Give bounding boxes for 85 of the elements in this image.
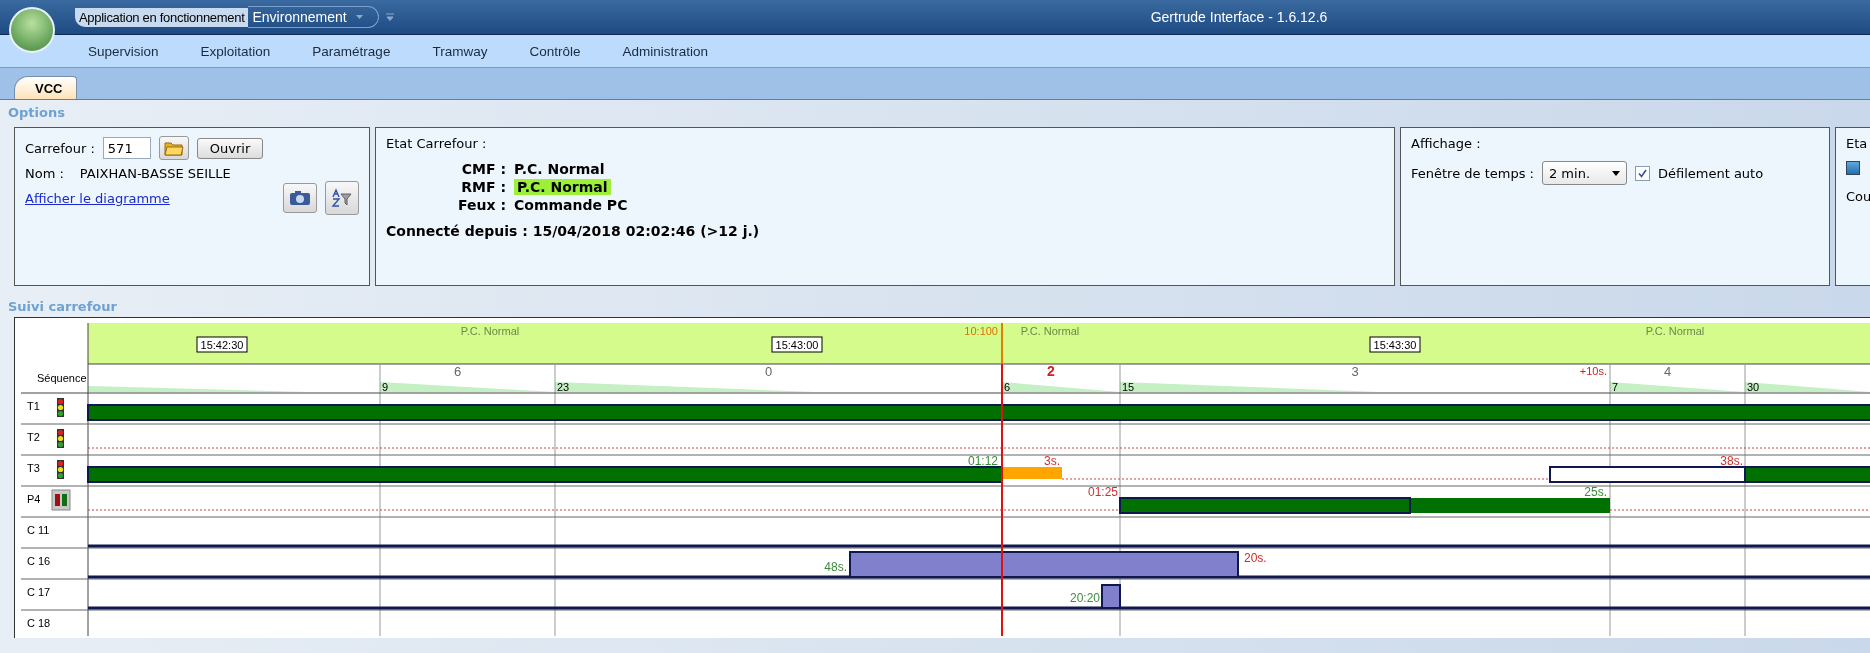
duration-label: 38s.: [1720, 454, 1743, 468]
app-orb-icon[interactable]: [8, 6, 56, 54]
panel-title: Affichage :: [1411, 136, 1482, 151]
field-label: Carrefour :: [25, 140, 95, 156]
panel-title: Eta: [1846, 136, 1869, 151]
phase-start: 30: [1747, 381, 1760, 393]
phase-start: 15: [1122, 381, 1135, 393]
phase-start: 23: [557, 381, 570, 393]
row-label: C 17: [27, 586, 51, 598]
folder-icon: [163, 139, 184, 157]
connection-status: Connecté depuis : 15/04/2018 02:02:46 (>12 j.): [386, 223, 761, 239]
menu-item[interactable]: Exploitation: [200, 43, 271, 59]
row-label: C 16: [27, 555, 51, 567]
carrefour-name: PAIXHAN-BASSE SEILLE: [79, 166, 231, 181]
phase-number: 2: [1047, 363, 1055, 379]
auto-scroll-checkbox[interactable]: [1634, 165, 1650, 181]
duration-label: 25s.: [1584, 485, 1607, 499]
quick-access-icon[interactable]: [384, 12, 395, 22]
duration-label: 3s.: [1044, 454, 1060, 468]
row-label: T3: [27, 462, 40, 474]
caret-icon: [354, 14, 364, 20]
row-label: T2: [27, 431, 40, 443]
field-label: Nom :: [25, 166, 64, 181]
row-label: P4: [27, 493, 41, 505]
menu-item[interactable]: Contrôle: [529, 43, 581, 59]
extension-label: +10s.: [1579, 365, 1607, 377]
checkbox-label: Défilement auto: [1657, 165, 1764, 181]
checkbox[interactable]: [1846, 161, 1860, 175]
traffic-light-icon: [57, 460, 64, 479]
mode-label: P.C. Normal: [1645, 325, 1705, 337]
state-label: RMF :: [460, 179, 506, 195]
row-label: C 18: [27, 617, 51, 629]
phase-number: 0: [764, 364, 773, 379]
mode-label: P.C. Normal: [460, 325, 520, 337]
phase-start: 7: [1612, 381, 1619, 393]
time-marker: 15:43:30: [1369, 336, 1421, 353]
panel-title: Etat Carrefour :: [386, 136, 488, 151]
window-title: Gertrude Interface - 1.6.12.6: [1150, 9, 1328, 25]
detector-occupancy-bar: [1101, 584, 1121, 609]
traffic-light-icon: [57, 398, 64, 417]
duration-label: 48s.: [824, 560, 847, 574]
state-value: P.C. Normal: [514, 179, 611, 195]
duration-label: 01:25: [1087, 485, 1118, 499]
open-folder-button[interactable]: [158, 136, 189, 160]
section-title: Suivi carrefour: [7, 298, 118, 316]
mode-label: P.C. Normal: [1020, 325, 1080, 337]
menu-item[interactable]: Tramway: [432, 43, 488, 59]
row-label: C 11: [27, 524, 50, 536]
time-window-dropdown[interactable]: 2 min.: [1541, 161, 1627, 185]
phase-start: 6: [1004, 381, 1011, 393]
phase-number: 6: [453, 364, 462, 379]
phase-number: 3: [1351, 364, 1359, 379]
dropdown-arrow-icon: [1611, 170, 1620, 176]
carrefour-field[interactable]: 571: [102, 137, 151, 159]
clearance-bar: [1002, 467, 1062, 479]
duration-label: 01:12: [967, 454, 998, 468]
tab[interactable]: VCC: [14, 76, 78, 99]
phase-start: 9: [382, 381, 389, 393]
menu-item[interactable]: Paramétrage: [312, 43, 391, 59]
cursor-label: 10:100: [964, 325, 998, 337]
state-label: Feux :: [457, 197, 506, 213]
state-value: P.C. Normal: [514, 161, 605, 177]
pedestrian-light-icon: [51, 489, 71, 511]
row-label: T1: [27, 400, 40, 412]
app-status: Application en fonctionnement: [75, 7, 249, 27]
section-title: Options: [7, 104, 66, 122]
sort-filter-button[interactable]: [325, 181, 359, 215]
sequence-label: Séquence: [37, 372, 87, 384]
traffic-light-icon: [57, 429, 64, 448]
camera-icon: [289, 190, 311, 206]
sort-filter-icon: [331, 188, 353, 208]
menu-item[interactable]: Administration: [622, 43, 708, 59]
open-button[interactable]: Ouvrir: [196, 137, 264, 159]
camera-button[interactable]: [283, 183, 317, 213]
phase-number: 4: [1663, 364, 1672, 379]
time-marker: 15:43:00: [771, 336, 823, 353]
duration-label: 20:20: [1069, 591, 1100, 605]
menu-item[interactable]: Supervision: [88, 43, 159, 59]
field-label: Fenêtre de temps :: [1411, 165, 1534, 181]
time-marker: 15:42:30: [196, 336, 248, 353]
field-label: Cou: [1846, 189, 1870, 204]
state-label: CMF :: [460, 161, 506, 177]
state-value: Commande PC: [514, 197, 628, 213]
diagram-link[interactable]: Afficher le diagramme: [25, 190, 170, 206]
duration-label: 20s.: [1244, 551, 1267, 565]
